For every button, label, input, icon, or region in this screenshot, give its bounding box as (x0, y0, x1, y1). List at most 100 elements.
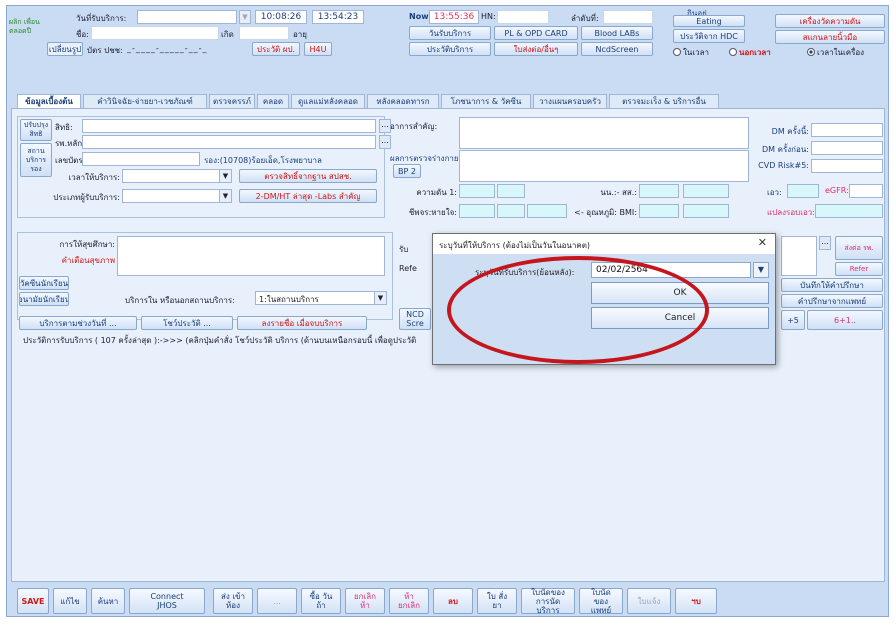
radio-in-time-circle (673, 48, 681, 56)
connect-jhos-button[interactable]: Connect JHOS (129, 588, 205, 614)
doctor-consult-button[interactable]: คำปรึกษาจากแพทย์ (781, 294, 883, 308)
egfr-field (849, 184, 883, 198)
main-hosp-lookup-button[interactable]: ... (379, 135, 391, 149)
temp-field[interactable] (639, 204, 679, 218)
tab-diagnosis[interactable]: คำวินิจฉัย-จ่ายยา-เวชภัณฑ์ (83, 94, 207, 108)
pulse-field[interactable] (459, 204, 495, 218)
bp-machine-button[interactable]: เครื่องวัดความดัน (775, 14, 885, 28)
main-hosp-label: รพ.หลัก: (55, 139, 85, 148)
tab-postpartum-mother[interactable]: ดูแลแม่หลังคลอด (291, 94, 365, 108)
change-photo-button[interactable]: เปลี่ยนรูป (47, 42, 83, 56)
prescription-button[interactable]: ใบ สั่งยา (477, 588, 517, 614)
room-cancel-button[interactable]: ห้า ยกเลิก (389, 588, 429, 614)
notify-button[interactable]: ใบแจ้ง (627, 588, 671, 614)
service-time-select[interactable]: ▼ (122, 169, 232, 183)
service-type-select[interactable]: ▼ (122, 189, 232, 203)
bp-dia-field[interactable] (497, 184, 525, 198)
service-date-dropdown[interactable]: ▼ (239, 10, 251, 24)
radio-in-time-label: ในเวลา (683, 47, 709, 57)
blood-labs-button[interactable]: Blood LABs (581, 26, 653, 40)
height-field[interactable] (683, 184, 729, 198)
resp2-field[interactable] (527, 204, 567, 218)
name-field[interactable] (91, 26, 219, 40)
tab-postpartum-baby[interactable]: หลังคลอดทารก (367, 94, 439, 108)
save-button[interactable]: SAVE (17, 588, 49, 614)
service-date-field[interactable] (137, 10, 237, 24)
ncd-screen-button[interactable]: NcdScreen (581, 42, 653, 56)
age-field[interactable] (239, 26, 289, 40)
rights-field[interactable] (82, 119, 376, 133)
service-place-select[interactable]: 1:ในสถานบริการ ▼ (255, 291, 387, 305)
tab-delivery[interactable]: คลอด (257, 94, 289, 108)
tab-cancer-screening[interactable]: ตรวจมะเร็ง & บริการอื่น (609, 94, 719, 108)
service-place-label: บริการใน หรือนอกสถานบริการ: (125, 296, 235, 305)
vaccine-student-button[interactable]: วัคซีนนักเรียน (19, 276, 69, 290)
purchase-button[interactable]: ซื้อ วันถ้า (301, 588, 341, 614)
service-day-button[interactable]: วันรับบริการ (409, 26, 491, 40)
service-place-value: 1:ในสถานบริการ (259, 295, 319, 304)
now-time: 13:55:36 (429, 10, 479, 24)
exit-button[interactable]: ฯบ (675, 588, 717, 614)
dialog-close-icon[interactable]: ✕ (758, 236, 767, 249)
eating-button[interactable]: Eating (673, 15, 745, 27)
symptom-field[interactable] (459, 117, 749, 149)
finish-service-button[interactable]: ลงรายชื่อ เมื่อจบบริการ (237, 316, 367, 330)
patient-history-button[interactable]: ประวัติ ผป. (252, 42, 300, 56)
bp2-button[interactable]: BP 2 (393, 164, 421, 178)
doctor-appointment-button[interactable]: ใบนัดของ แพทย์ (579, 588, 623, 615)
bmi-field[interactable] (683, 204, 729, 218)
delete-button[interactable]: ลบ (433, 588, 473, 614)
opd-card-button[interactable]: PL & OPD CARD (494, 26, 578, 40)
dm-ht-labs-button[interactable]: 2-DM/HT ล่าสุด -Labs สำคัญ (239, 189, 377, 203)
waist-field[interactable] (787, 184, 819, 198)
secondary-hosp: รอง:(10708)ร้อยเอ็ด,โรงพยาบาล (204, 156, 322, 165)
referral-button[interactable]: ใบส่งต่อ/อื่นๆ (494, 42, 578, 56)
school-health-button[interactable]: อนามัยนักเรียน (19, 292, 69, 306)
dialog-date-dropdown[interactable]: ▼ (753, 262, 769, 278)
card-no-field[interactable] (82, 152, 200, 166)
search-button[interactable]: ค้นหา (91, 588, 125, 614)
fingerprint-button[interactable]: สแกนลายนิ้วมือ (775, 30, 885, 44)
service-history-button[interactable]: ประวัติบริการ (409, 42, 491, 56)
plus5-button[interactable]: +5 (781, 310, 805, 330)
hdc-history-button[interactable]: ประวัติจาก HDC (673, 29, 745, 43)
refer-small-button[interactable]: Refer (835, 262, 883, 276)
refer-hospital-button[interactable]: ส่งต่อ รพ. (835, 236, 883, 260)
radio-machine-time[interactable]: เวลาในเครื่อง (807, 46, 887, 58)
main-hosp-field[interactable] (82, 135, 376, 149)
tab-nutrition-vaccine[interactable]: โภชนาการ & วัคซีน (441, 94, 531, 108)
exam-field[interactable] (459, 150, 749, 182)
radio-in-time[interactable]: ในเวลา (673, 46, 723, 58)
send-room-button[interactable]: ส่ง เข้าห้อง (213, 588, 253, 614)
plus6-button[interactable]: 6+1.. (807, 310, 883, 330)
show-history-button[interactable]: โชว์ประวัติ ... (141, 316, 233, 330)
refer-right-field[interactable] (781, 236, 817, 276)
tab-anc[interactable]: ตรวจครรภ์ (209, 94, 255, 108)
service-by-date-button[interactable]: บริการตามช่วงวันที่ ... (19, 316, 137, 330)
h4u-button[interactable]: H4U (304, 42, 332, 56)
weight-field[interactable] (639, 184, 679, 198)
dm-first-field (811, 123, 883, 137)
refer-lookup-button[interactable]: ... (819, 236, 831, 250)
cancel-room-button[interactable]: ยกเลิก ห้า (345, 588, 385, 614)
hn-label: HN: (481, 12, 496, 21)
age-suffix: อายุ (293, 30, 307, 39)
queue-field[interactable] (603, 10, 653, 24)
check-nhso-rights-button[interactable]: ตรวจสิทธิ์จากฐาน สปสช. (239, 169, 377, 183)
radio-out-time[interactable]: นอกเวลา (729, 46, 789, 58)
waist-circ-field[interactable] (815, 204, 883, 218)
bp-sys-field[interactable] (459, 184, 495, 198)
record-consult-button[interactable]: บันทึกให้คำปรึกษา (781, 278, 883, 292)
resp-field[interactable] (497, 204, 525, 218)
ncd-screen-small-button[interactable]: NCD Scre (399, 308, 431, 330)
health-education-field[interactable] (117, 236, 385, 276)
tab-family-planning[interactable]: วางแผนครอบครัว (533, 94, 607, 108)
update-rights-button[interactable]: ปรับปรุง สิทธิ (20, 119, 52, 141)
more-button[interactable]: ... (257, 588, 297, 614)
tab-basic-info[interactable]: ข้อมูลเบื้องต้น (17, 94, 81, 108)
appointment-button[interactable]: ใบนัดของ การนัดบริการ (521, 588, 575, 615)
radio-out-time-label: นอกเวลา (739, 47, 771, 57)
edit-button[interactable]: แก้ไข (53, 588, 87, 614)
hn-field[interactable] (497, 10, 549, 24)
service-place-chevron-icon: ▼ (374, 292, 386, 304)
